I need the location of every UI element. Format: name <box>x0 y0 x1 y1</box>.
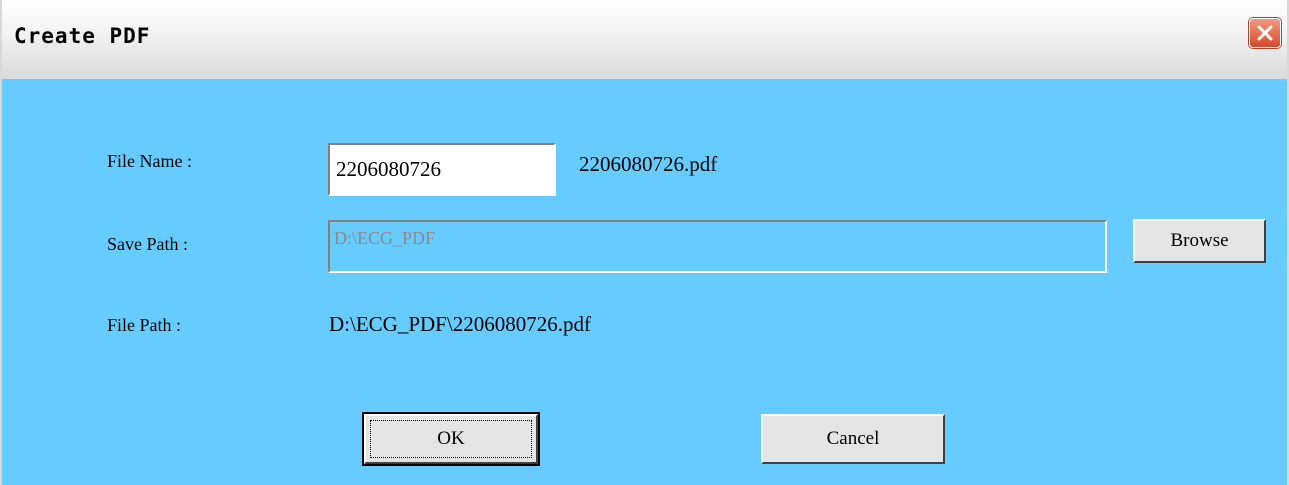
save-path-label: Save Path : <box>107 234 188 254</box>
dialog-title: Create PDF <box>14 24 151 48</box>
file-name-label: File Name : <box>107 151 192 171</box>
close-icon <box>1257 25 1273 41</box>
cancel-button-label: Cancel <box>826 428 880 449</box>
title-bar[interactable]: Create PDF <box>2 0 1287 80</box>
file-name-preview: 2206080726.pdf <box>579 152 718 176</box>
browse-button[interactable]: Browse <box>1133 219 1266 263</box>
close-button[interactable] <box>1249 18 1281 48</box>
save-path-field: D:\ECG_PDF <box>328 220 1107 273</box>
browse-button-label: Browse <box>1170 230 1229 251</box>
file-path-value: D:\ECG_PDF\2206080726.pdf <box>329 312 591 336</box>
create-pdf-dialog: Create PDF File Name : 2206080726.pdf Sa… <box>0 0 1289 485</box>
focus-ring <box>370 420 532 458</box>
file-path-label: File Path : <box>107 315 182 335</box>
ok-button[interactable]: OK <box>362 412 540 466</box>
file-name-input[interactable] <box>328 143 556 196</box>
save-path-value: D:\ECG_PDF <box>334 228 436 248</box>
cancel-button[interactable]: Cancel <box>761 414 945 464</box>
